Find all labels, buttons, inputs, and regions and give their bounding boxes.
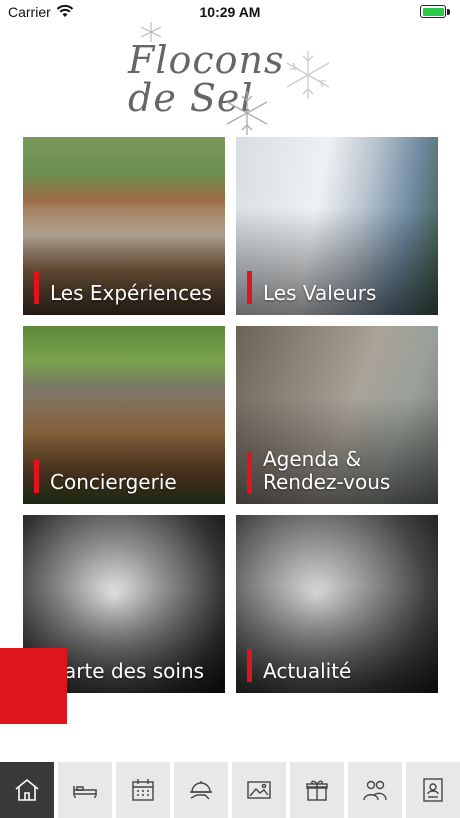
snowflake-icon	[286, 51, 330, 99]
tile-label: Agenda & Rendez-vous	[263, 447, 391, 494]
home-icon	[15, 778, 39, 801]
clock: 10:29 AM	[199, 4, 261, 20]
calendar-icon	[132, 779, 154, 801]
tile-marker	[247, 649, 252, 682]
image-icon	[247, 781, 271, 799]
tab-home[interactable]	[0, 762, 54, 818]
tile-agenda[interactable]: Agenda & Rendez-vous	[236, 326, 438, 504]
tile-experiences[interactable]: Les Expériences	[23, 137, 225, 315]
snowflake-icon	[226, 91, 268, 135]
tab-gallery[interactable]	[232, 762, 286, 818]
tile-label: Carte des soins	[50, 659, 205, 683]
tab-team[interactable]	[348, 762, 402, 818]
tile-conciergerie[interactable]: Conciergerie	[23, 326, 225, 504]
snowflake-icon	[140, 22, 162, 42]
tile-marker	[34, 271, 39, 304]
tab-contact[interactable]	[406, 762, 460, 818]
tab-gifts[interactable]	[290, 762, 344, 818]
decorative-accent	[0, 648, 67, 724]
tile-label: Les Valeurs	[263, 281, 377, 305]
tile-marker	[34, 460, 39, 493]
tab-room-service[interactable]	[174, 762, 228, 818]
battery-icon	[420, 5, 446, 18]
tile-marker	[247, 271, 252, 304]
tile-actualite[interactable]: Actualité	[236, 515, 438, 693]
tile-label: Conciergerie	[50, 470, 177, 494]
tab-bar	[0, 762, 460, 818]
contact-card-icon	[423, 778, 443, 802]
tab-calendar[interactable]	[116, 762, 170, 818]
tile-valeurs[interactable]: Les Valeurs	[236, 137, 438, 315]
brand-logo: Flocons de Sel	[118, 22, 338, 135]
tab-rooms[interactable]	[58, 762, 112, 818]
gift-icon	[306, 780, 328, 801]
tile-marker	[247, 451, 252, 493]
battery-tip	[447, 9, 450, 15]
people-icon	[363, 780, 387, 801]
tile-label: Actualité	[263, 659, 352, 683]
bed-icon	[73, 786, 97, 798]
tile-label: Les Expériences	[50, 281, 212, 305]
status-bar: Carrier 10:29 AM	[0, 0, 460, 24]
room-service-icon	[190, 781, 212, 800]
